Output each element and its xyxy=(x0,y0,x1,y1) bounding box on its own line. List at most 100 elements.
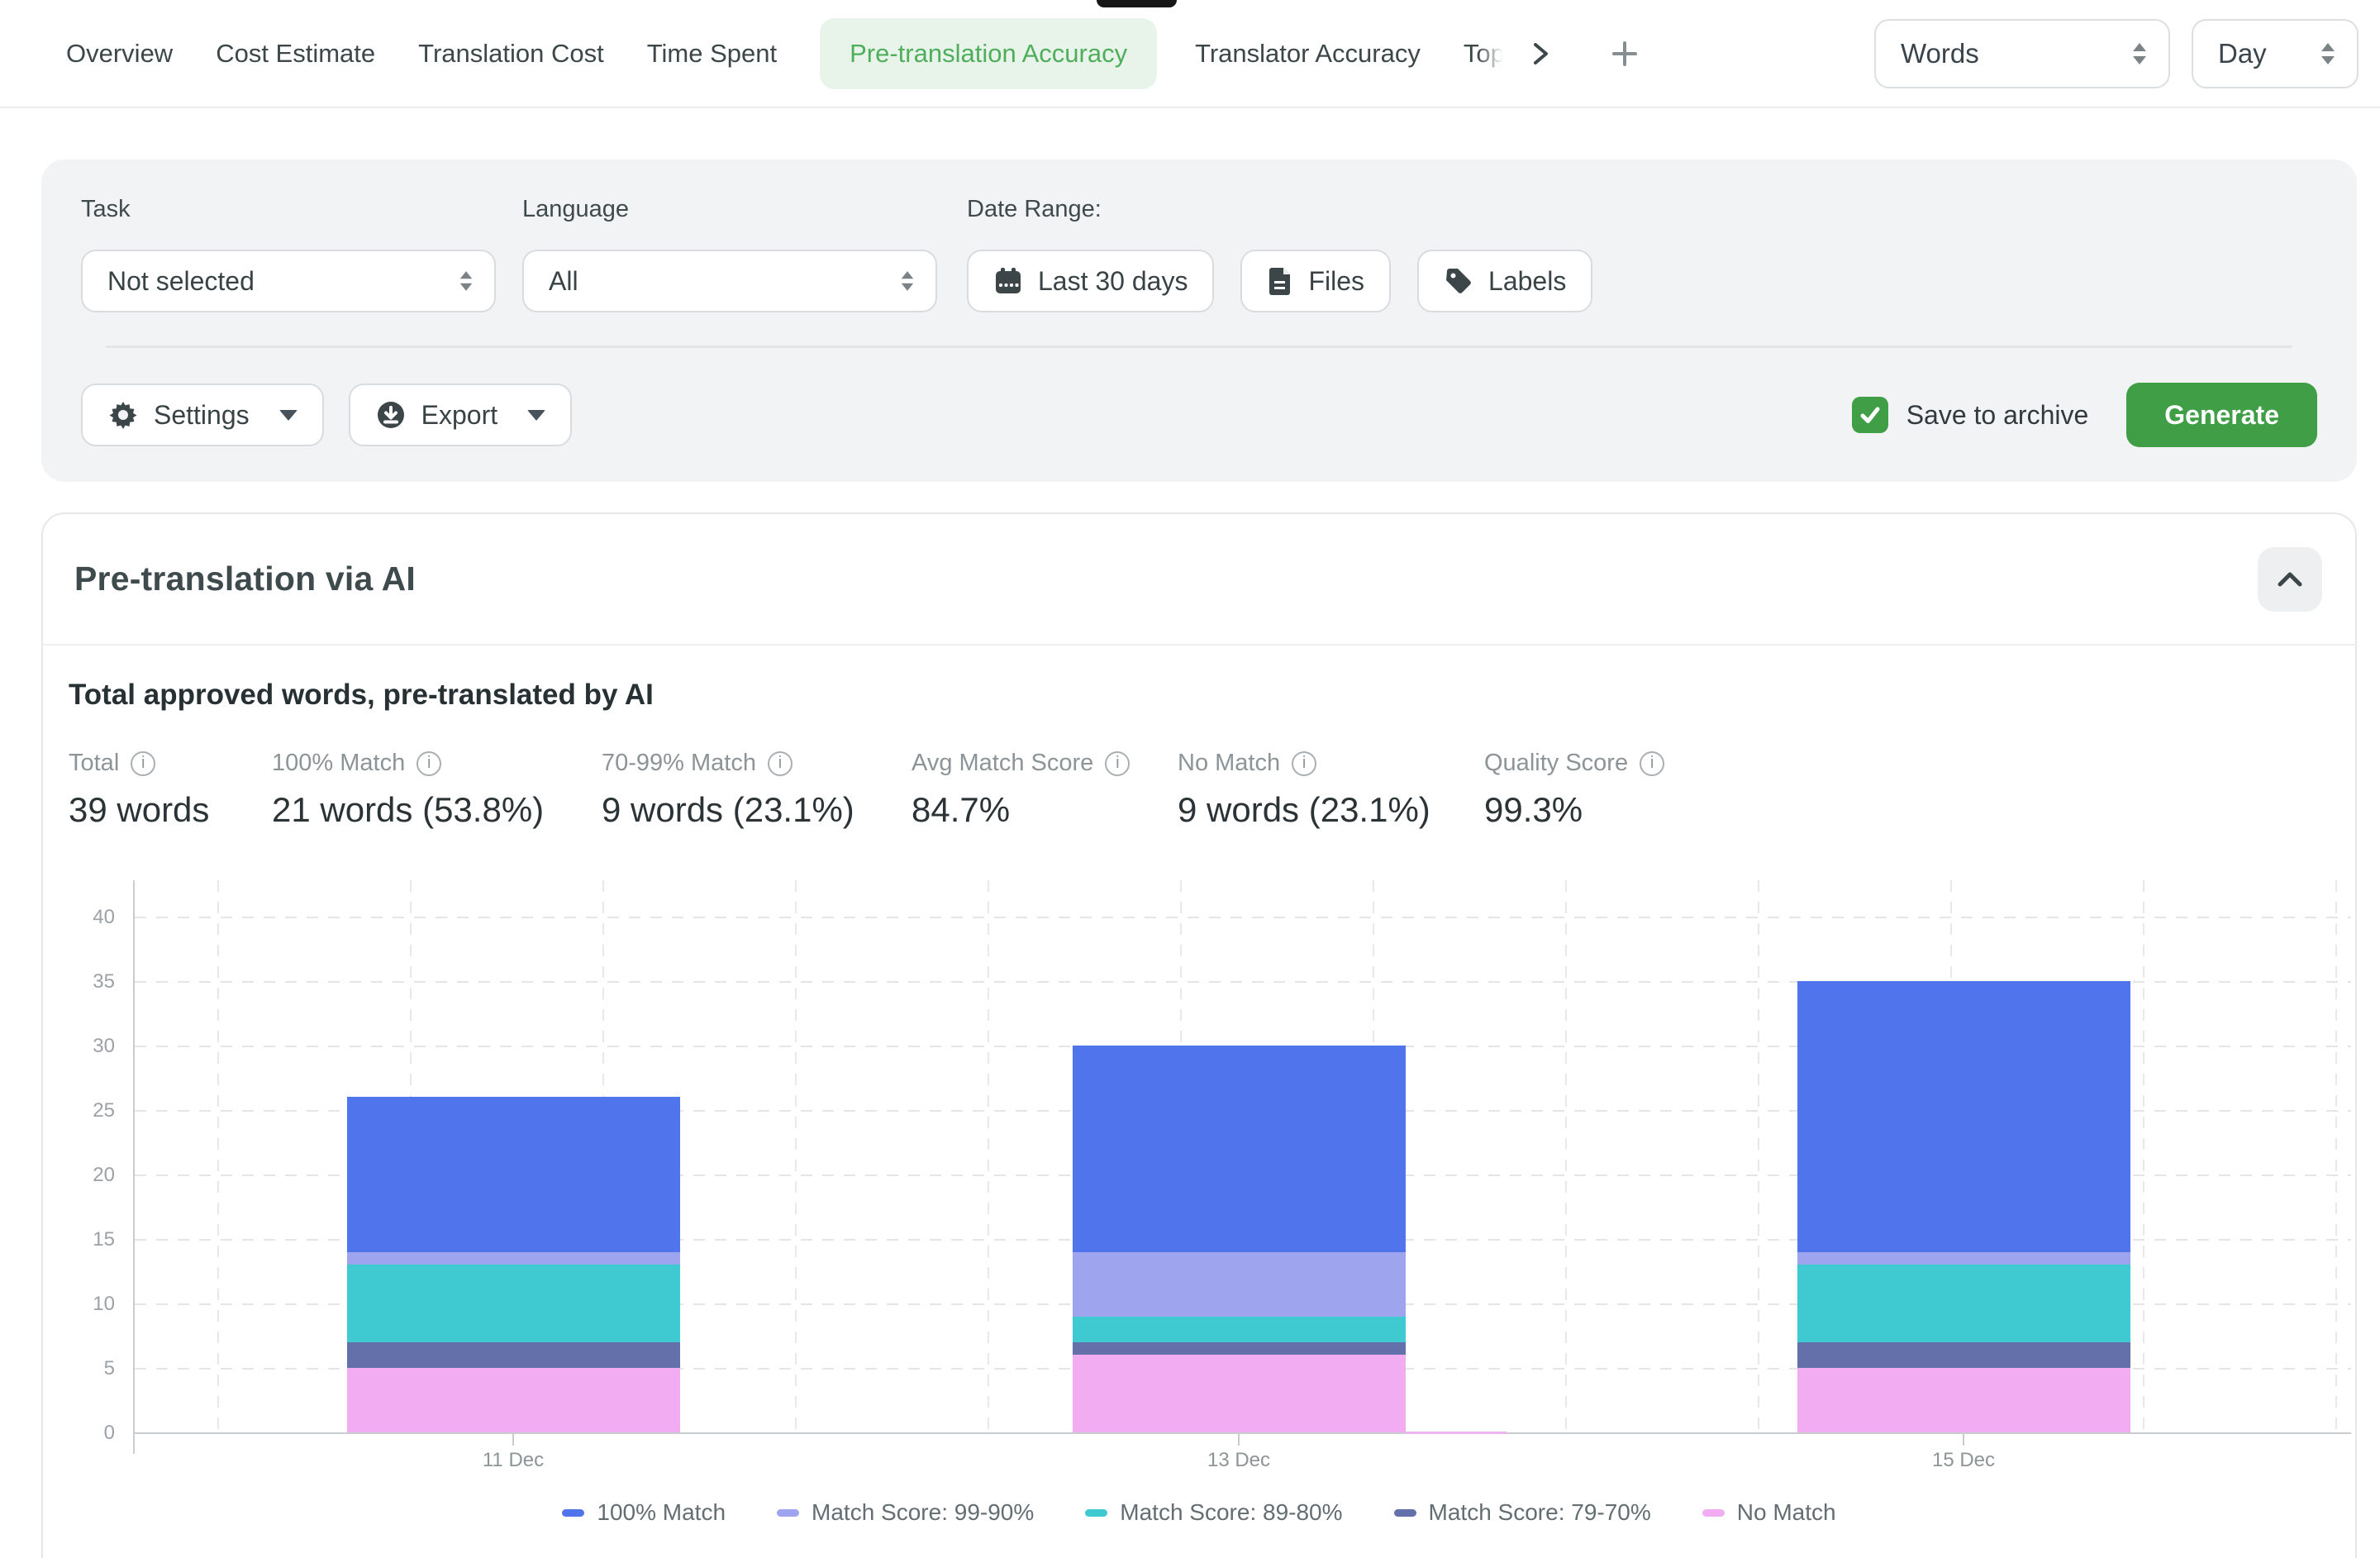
stacked-bar-13-dec[interactable] xyxy=(1073,1046,1406,1432)
sort-arrows-icon xyxy=(2319,40,2337,67)
y-axis-tick-label: 0 xyxy=(52,1422,115,1445)
period-select-value: Day xyxy=(2218,38,2267,69)
legend-label: 100% Match xyxy=(597,1499,726,1526)
legend-item[interactable]: 100% Match xyxy=(562,1499,726,1526)
legend-label: No Match xyxy=(1737,1499,1836,1526)
legend-item[interactable]: Match Score: 89-80% xyxy=(1085,1499,1342,1526)
legend-item[interactable]: Match Score: 99-90% xyxy=(777,1499,1034,1526)
x-gridline xyxy=(1565,880,1567,1434)
chevron-down-icon xyxy=(279,410,298,421)
filters-panel: Task Not selected Language All Date Rang… xyxy=(41,160,2357,482)
bar-segment xyxy=(1797,981,2130,1252)
bar-segment xyxy=(1073,1252,1406,1317)
screen-notch xyxy=(1097,0,1177,7)
stat-100-match: 100% Matchi 21 words (53.8%) xyxy=(272,750,602,830)
x-gridline xyxy=(217,880,219,1434)
y-axis-tick-label: 15 xyxy=(52,1228,115,1251)
tab-overview[interactable]: Overview xyxy=(66,39,173,69)
x-gridline xyxy=(2143,880,2144,1434)
settings-button[interactable]: Settings xyxy=(81,384,324,446)
tab-time-spent[interactable]: Time Spent xyxy=(647,39,777,69)
add-tab-icon[interactable] xyxy=(1611,40,1639,68)
tab-top-truncated[interactable]: Top xyxy=(1464,39,1505,69)
info-icon[interactable]: i xyxy=(416,751,441,776)
files-filter-button[interactable]: Files xyxy=(1240,250,1391,312)
tab-translation-cost[interactable]: Translation Cost xyxy=(418,39,604,69)
legend-item[interactable]: Match Score: 79-70% xyxy=(1394,1499,1651,1526)
y-axis-tick-label: 20 xyxy=(52,1164,115,1187)
info-icon[interactable]: i xyxy=(768,751,793,776)
info-icon[interactable]: i xyxy=(1105,751,1130,776)
x-axis-tick xyxy=(1238,1434,1240,1446)
y-axis-tick-label: 25 xyxy=(52,1099,115,1122)
date-range-value: Last 30 days xyxy=(1038,266,1188,297)
collapse-card-button[interactable] xyxy=(2258,547,2322,612)
sort-arrows-icon xyxy=(458,269,474,293)
bar-segment xyxy=(1073,1355,1406,1432)
period-select[interactable]: Day xyxy=(2192,19,2359,88)
y-axis-line xyxy=(133,880,135,1454)
stat-total: Totali 39 words xyxy=(69,750,272,830)
tab-translator-accuracy[interactable]: Translator Accuracy xyxy=(1195,39,1421,69)
bar-segment xyxy=(1073,1317,1406,1342)
date-range-button[interactable]: Last 30 days xyxy=(967,250,1214,312)
bar-segment xyxy=(347,1368,680,1432)
task-select[interactable]: Not selected xyxy=(81,250,496,312)
legend-label: Match Score: 79-70% xyxy=(1429,1499,1651,1526)
bar-segment xyxy=(1073,1342,1406,1356)
legend-item[interactable]: No Match xyxy=(1702,1499,1836,1526)
stacked-bar-11-dec[interactable] xyxy=(347,1097,680,1432)
sort-arrows-icon xyxy=(899,269,916,293)
x-axis-line xyxy=(133,1432,2351,1434)
bar-segment xyxy=(347,1252,680,1265)
task-select-value: Not selected xyxy=(107,266,255,297)
bar-segment xyxy=(347,1097,680,1251)
save-to-archive-checkbox[interactable] xyxy=(1852,397,1888,433)
report-tabbar: Overview Cost Estimate Translation Cost … xyxy=(0,0,2380,108)
language-select[interactable]: All xyxy=(522,250,937,312)
x-axis-tick-label: 13 Dec xyxy=(1207,1449,1270,1472)
chart-section-title: Total approved words, pre-translated by … xyxy=(69,679,2319,712)
chevron-down-icon xyxy=(527,410,545,421)
labels-filter-button[interactable]: Labels xyxy=(1417,250,1592,312)
language-select-value: All xyxy=(549,266,578,297)
tabs-scroll-right-icon[interactable] xyxy=(1528,40,1553,68)
bar-segment xyxy=(347,1342,680,1368)
legend-swatch xyxy=(1085,1509,1107,1517)
tab-pre-translation-accuracy-active[interactable]: Pre-translation Accuracy xyxy=(820,18,1157,89)
y-gridline xyxy=(135,917,2351,918)
export-button-label: Export xyxy=(421,400,497,431)
y-axis-tick-label: 40 xyxy=(52,906,115,929)
info-icon[interactable]: i xyxy=(1640,751,1664,776)
task-label: Task xyxy=(81,196,522,223)
stat-label: No Match xyxy=(1178,750,1280,777)
filter-divider xyxy=(106,345,2292,348)
export-button[interactable]: Export xyxy=(349,384,572,446)
tab-cost-estimate[interactable]: Cost Estimate xyxy=(216,39,375,69)
stat-label: Avg Match Score xyxy=(912,750,1093,777)
stat-quality-score: Quality Scorei 99.3% xyxy=(1484,750,1664,830)
file-icon xyxy=(1267,266,1293,296)
info-icon[interactable]: i xyxy=(131,751,155,776)
stat-value: 39 words xyxy=(69,790,272,830)
x-gridline xyxy=(795,880,797,1434)
chevron-up-icon xyxy=(2276,570,2304,588)
legend-swatch xyxy=(1702,1509,1725,1517)
info-icon[interactable]: i xyxy=(1292,751,1316,776)
x-axis-tick xyxy=(512,1434,514,1446)
x-axis-tick-label: 11 Dec xyxy=(483,1449,544,1472)
generate-button[interactable]: Generate xyxy=(2126,383,2317,447)
unit-select-value: Words xyxy=(1901,38,1979,69)
labels-button-label: Labels xyxy=(1488,266,1566,297)
download-icon xyxy=(375,399,407,431)
y-axis-tick-label: 35 xyxy=(52,970,115,993)
unit-select[interactable]: Words xyxy=(1874,19,2170,88)
stat-label: Total xyxy=(69,750,119,777)
stacked-bar-15-dec[interactable] xyxy=(1797,981,2130,1432)
stat-value: 84.7% xyxy=(912,790,1178,830)
tag-icon xyxy=(1444,266,1473,296)
stats-row: Totali 39 words 100% Matchi 21 words (53… xyxy=(69,750,2319,830)
stat-value: 9 words (23.1%) xyxy=(1178,790,1484,830)
x-gridline xyxy=(988,880,989,1434)
stat-label: 70-99% Match xyxy=(602,750,756,777)
